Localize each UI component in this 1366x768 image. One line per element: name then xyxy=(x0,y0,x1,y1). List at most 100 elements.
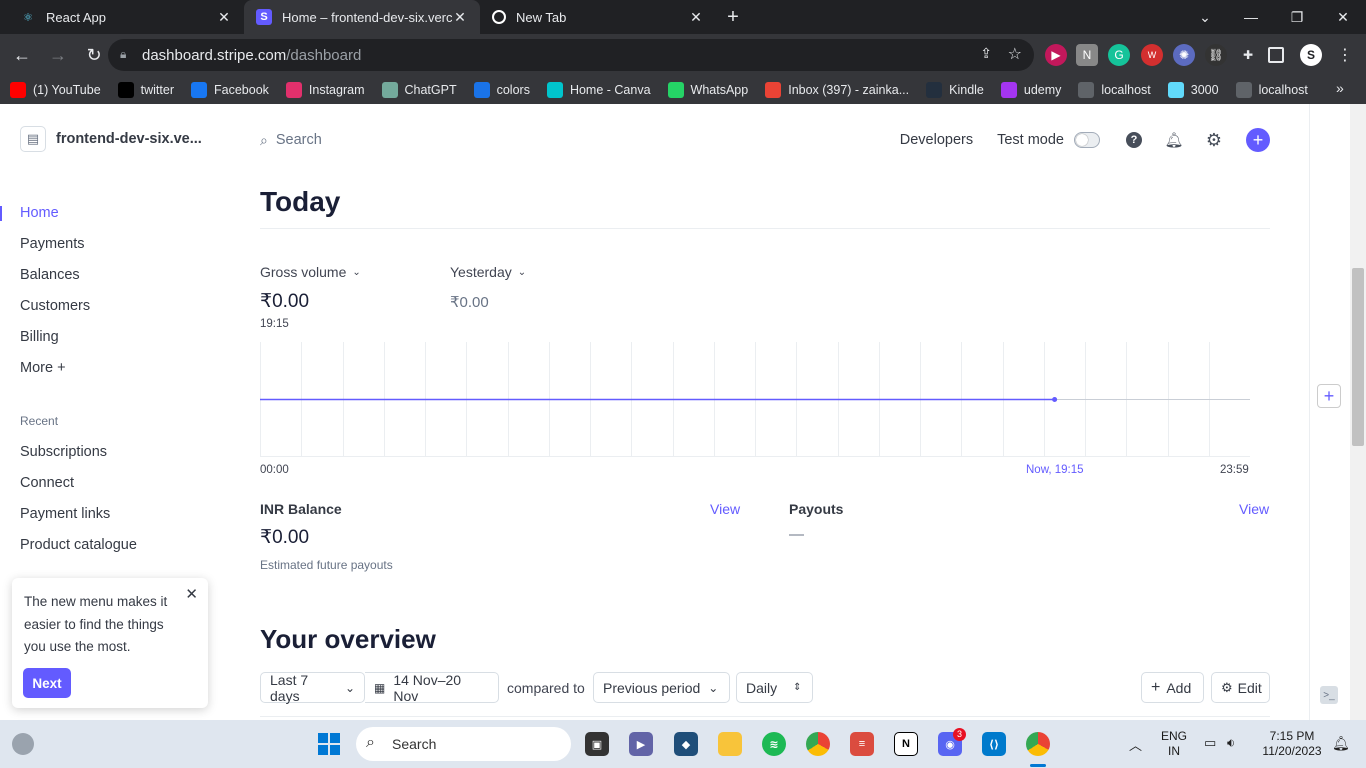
globe-icon xyxy=(1078,82,1095,98)
bookmark-udemy[interactable]: udemy xyxy=(1000,82,1061,98)
extensions-puzzle-icon[interactable]: ✚ xyxy=(1237,44,1259,66)
notifications-bell-icon[interactable]: 🔔︎ xyxy=(1332,735,1350,752)
page-scrollbar[interactable] xyxy=(1350,104,1366,720)
date-range-button[interactable]: ▦ 14 Nov–20 Nov xyxy=(365,672,499,704)
gross-volume-selector[interactable]: Gross volume ⌄ xyxy=(260,264,361,280)
account-switcher[interactable]: ▤ frontend-dev-six.ve... xyxy=(20,126,202,152)
spotify-icon[interactable]: ≋ xyxy=(762,732,786,756)
bookmarks-overflow-icon[interactable]: » xyxy=(1336,80,1344,96)
nav-subscriptions[interactable]: Subscriptions xyxy=(0,437,137,468)
tab-stripe-home[interactable]: S Home – frontend-dev-six.vercel.app ✕ xyxy=(244,0,480,34)
tab-new-tab[interactable]: New Tab ✕ xyxy=(480,0,716,34)
bookmark-chatgpt[interactable]: ChatGPT xyxy=(381,82,457,98)
widgets-icon[interactable] xyxy=(12,733,34,755)
payouts-view-link[interactable]: View xyxy=(1239,501,1269,517)
share-icon[interactable]: ⇪ xyxy=(980,45,992,62)
bookmark-twitter[interactable]: twitter xyxy=(117,82,174,98)
yesterday-selector[interactable]: Yesterday ⌄ xyxy=(450,264,526,280)
side-panel-icon[interactable] xyxy=(1268,47,1284,63)
chrome-icon[interactable] xyxy=(806,732,830,756)
bookmark-facebook[interactable]: Facebook xyxy=(191,82,269,98)
todoist-icon[interactable]: ≡ xyxy=(850,732,874,756)
close-icon[interactable]: ✕ xyxy=(688,9,704,26)
developers-link[interactable]: Developers xyxy=(900,132,973,148)
profile-avatar[interactable]: S xyxy=(1300,44,1322,66)
bookmark-colors[interactable]: colors xyxy=(473,82,530,98)
close-icon[interactable]: ✕ xyxy=(185,585,198,603)
address-bar[interactable]: 🔒︎ dashboard.stripe.com/dashboard ⇪ ☆ xyxy=(108,39,1034,71)
nav-payments[interactable]: Payments xyxy=(0,229,90,260)
menu-dots-icon[interactable]: ⋮ xyxy=(1334,44,1356,66)
close-icon[interactable]: ✕ xyxy=(216,9,232,26)
close-window-button[interactable]: ✕ xyxy=(1320,0,1366,34)
interval-select[interactable]: Daily ⇕ xyxy=(736,672,813,703)
minimize-button[interactable]: — xyxy=(1228,0,1274,34)
bell-icon[interactable]: 🔔︎ xyxy=(1164,130,1184,150)
language-label: ENG xyxy=(1160,729,1187,743)
bookmark-kindle[interactable]: Kindle xyxy=(926,82,984,98)
nav-billing[interactable]: Billing xyxy=(0,322,90,353)
side-plus-button[interactable]: + xyxy=(1317,384,1341,408)
search-input[interactable]: ⌕ Search xyxy=(260,132,322,149)
test-mode-toggle[interactable] xyxy=(1074,132,1100,148)
notion-icon[interactable]: N xyxy=(894,732,918,756)
bookmark-localhost[interactable]: localhost xyxy=(1078,82,1151,98)
vscode-icon[interactable]: ⟨⟩ xyxy=(982,732,1006,756)
windows-start-icon[interactable] xyxy=(318,733,340,755)
file-explorer-icon[interactable] xyxy=(718,732,742,756)
extension-notion-icon[interactable]: N xyxy=(1076,44,1098,66)
range-dropdown[interactable]: Last 7 days ⌄ xyxy=(260,672,365,704)
edit-button[interactable]: ⚙ Edit xyxy=(1211,672,1270,703)
chevron-up-icon[interactable]: ︿ xyxy=(1129,735,1142,754)
help-icon[interactable]: ? xyxy=(1124,130,1144,150)
add-button[interactable]: + Add xyxy=(1141,672,1204,703)
chatgpt-icon xyxy=(381,82,398,98)
nav-connect[interactable]: Connect xyxy=(0,468,137,499)
extension-record-icon[interactable]: ▶ xyxy=(1045,44,1067,66)
gear-icon[interactable]: ⚙ xyxy=(1204,130,1224,150)
inr-balance-view-link[interactable]: View xyxy=(710,501,740,517)
extension-grammarly-icon[interactable]: G xyxy=(1108,44,1130,66)
next-button[interactable]: Next xyxy=(23,668,71,698)
create-plus-button[interactable]: + xyxy=(1246,128,1270,152)
bookmark-3000[interactable]: 3000 xyxy=(1167,82,1219,98)
bookmark-home-canva[interactable]: Home - Canva xyxy=(546,82,651,98)
bookmark-instagram[interactable]: Instagram xyxy=(285,82,365,98)
tab-react-app[interactable]: ⚛ React App ✕ xyxy=(8,0,244,34)
volume-icon[interactable]: 🔉︎ xyxy=(1227,735,1235,751)
teams-icon[interactable]: ▶ xyxy=(629,732,653,756)
back-button[interactable]: ← xyxy=(6,39,38,71)
bookmark-inbox-397-zainka[interactable]: Inbox (397) - zainka... xyxy=(765,82,909,98)
compare-dropdown[interactable]: Previous period ⌄ xyxy=(593,672,730,703)
bookmark-localhost[interactable]: localhost xyxy=(1235,82,1308,98)
chrome-profile-icon[interactable] xyxy=(1026,732,1050,756)
monitor-icon[interactable]: ▭ xyxy=(1204,735,1216,751)
restore-button[interactable]: ❐ xyxy=(1274,0,1320,34)
extension-wv-icon[interactable]: W xyxy=(1141,44,1163,66)
nav-home[interactable]: Home xyxy=(0,198,90,229)
scrollbar-thumb[interactable] xyxy=(1352,268,1364,446)
taskbar-search-input[interactable]: ⌕ Search xyxy=(356,727,571,761)
bookmark-1-youtube[interactable]: (1) YouTube xyxy=(10,82,101,98)
forward-button[interactable]: → xyxy=(42,39,74,71)
nav-customers[interactable]: Customers xyxy=(0,291,90,322)
inr-balance-subtext: Estimated future payouts xyxy=(260,558,393,572)
extension-star-icon[interactable]: ✺ xyxy=(1173,44,1195,66)
new-tab-button[interactable]: + xyxy=(716,0,750,34)
reload-button[interactable]: ↻ xyxy=(78,39,110,71)
mysql-icon[interactable]: ◆ xyxy=(674,732,698,756)
nav-payment-links[interactable]: Payment links xyxy=(0,499,137,530)
bookmark-whatsapp[interactable]: WhatsApp xyxy=(667,82,748,98)
clock[interactable]: 7:15 PM 11/20/2023 xyxy=(1256,729,1328,759)
nav-more[interactable]: More + xyxy=(0,353,90,384)
nav-balances[interactable]: Balances xyxy=(0,260,90,291)
nav-product-catalogue[interactable]: Product catalogue xyxy=(0,530,137,561)
extension-link-icon[interactable]: ⛓ xyxy=(1205,44,1227,66)
language-indicator[interactable]: ENG IN xyxy=(1160,729,1188,759)
tab-search-icon[interactable]: ⌄ xyxy=(1182,0,1228,34)
bookmark-label: Facebook xyxy=(214,83,269,97)
bookmark-star-icon[interactable]: ☆ xyxy=(1008,44,1022,64)
terminal-icon[interactable]: >_ xyxy=(1320,686,1338,704)
close-icon[interactable]: ✕ xyxy=(452,9,468,26)
task-view-icon[interactable]: ▣ xyxy=(585,732,609,756)
